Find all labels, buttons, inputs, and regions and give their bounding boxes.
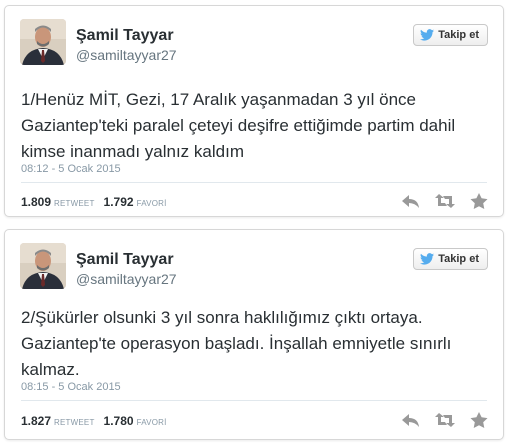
retweet-count[interactable]: 1.809 [21, 195, 51, 209]
retweet-icon[interactable] [435, 192, 455, 210]
follow-button[interactable]: Takip et [413, 24, 488, 46]
tweet-header: Şamil Tayyar @samiltayyar27 Takip et [20, 19, 488, 71]
favorite-label: FAVORİ [136, 418, 167, 427]
follow-label: Takip et [438, 29, 479, 41]
retweet-count[interactable]: 1.827 [21, 414, 51, 428]
favorite-icon[interactable] [469, 192, 489, 210]
author-handle[interactable]: @samiltayyar27 [76, 271, 177, 287]
retweet-icon[interactable] [435, 411, 455, 429]
favorite-label: FAVORİ [136, 199, 167, 208]
avatar[interactable] [20, 243, 66, 289]
tweet-text: 1/Henüz MİT, Gezi, 17 Aralık yaşanmadan … [21, 90, 456, 161]
tweet-actions [401, 411, 489, 429]
tweet-header: Şamil Tayyar @samiltayyar27 Takip et [20, 243, 488, 295]
author-name[interactable]: Şamil Tayyar [76, 27, 174, 45]
reply-icon[interactable] [401, 192, 421, 210]
bird-icon [420, 253, 435, 265]
tweet-actions [401, 192, 489, 210]
reply-icon[interactable] [401, 411, 421, 429]
tweet-timestamp[interactable]: 08:12 - 5 Ocak 2015 [21, 163, 121, 175]
tweet-stats: 1.809 RETWEET 1.792 FAVORİ [21, 195, 176, 209]
retweet-label: RETWEET [54, 199, 95, 208]
author-handle[interactable]: @samiltayyar27 [76, 47, 177, 63]
avatar[interactable] [20, 19, 66, 65]
follow-button[interactable]: Takip et [413, 248, 488, 270]
divider [21, 400, 487, 401]
tweet-card: Şamil Tayyar @samiltayyar27 Takip et 1/H… [4, 5, 504, 217]
divider [21, 182, 487, 183]
tweet-timestamp[interactable]: 08:15 - 5 Ocak 2015 [21, 381, 121, 393]
retweet-label: RETWEET [54, 418, 95, 427]
favorite-count[interactable]: 1.780 [104, 414, 134, 428]
tweet-text: 2/Şükürler olsunki 3 yıl sonra haklılığı… [21, 308, 452, 379]
bird-icon [420, 29, 435, 41]
favorite-count[interactable]: 1.792 [104, 195, 134, 209]
tweet-card: Şamil Tayyar @samiltayyar27 Takip et 2/Ş… [4, 229, 504, 440]
follow-label: Takip et [438, 253, 479, 265]
tweet-stats: 1.827 RETWEET 1.780 FAVORİ [21, 414, 176, 428]
favorite-icon[interactable] [469, 411, 489, 429]
author-name[interactable]: Şamil Tayyar [76, 251, 174, 269]
